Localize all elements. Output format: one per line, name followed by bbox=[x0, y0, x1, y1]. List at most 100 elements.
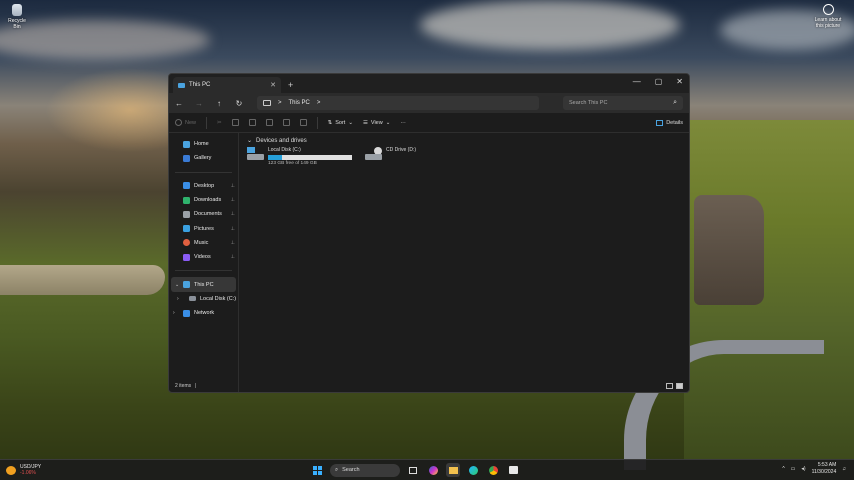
chevron-right-icon[interactable]: › bbox=[173, 310, 175, 316]
start-button[interactable] bbox=[310, 463, 324, 477]
details-label: Details bbox=[666, 119, 683, 126]
folder-icon bbox=[448, 466, 458, 474]
nav-item-this-pc[interactable]: ⌄ This PC bbox=[171, 277, 236, 292]
forward-button[interactable]: → bbox=[195, 99, 203, 108]
file-explorer-taskbar-button[interactable] bbox=[446, 463, 460, 477]
close-tab-icon[interactable]: ✕ bbox=[270, 81, 276, 89]
window-controls: — ▢ ✕ bbox=[633, 77, 683, 86]
address-bar[interactable]: > This PC > bbox=[257, 96, 539, 110]
view-label: View bbox=[370, 119, 383, 126]
search-placeholder: Search This PC bbox=[569, 100, 608, 106]
pictures-icon bbox=[183, 225, 190, 233]
rename-icon bbox=[265, 119, 273, 126]
cloud bbox=[0, 20, 210, 60]
explorer-body: Home Gallery Desktop ⊥ Downloads ⊥ Docum… bbox=[169, 133, 689, 392]
pin-icon: ⊥ bbox=[230, 197, 235, 204]
close-window-button[interactable]: ✕ bbox=[676, 77, 683, 86]
copilot-icon bbox=[428, 465, 438, 475]
back-button[interactable]: ← bbox=[175, 99, 183, 108]
store-button[interactable] bbox=[506, 463, 520, 477]
drive-cd-d[interactable]: CD Drive (D:) bbox=[365, 147, 475, 166]
copy-icon bbox=[231, 119, 239, 126]
store-icon bbox=[508, 466, 518, 474]
up-button[interactable]: ↑ bbox=[215, 99, 223, 108]
rename-button[interactable] bbox=[265, 119, 273, 126]
divider bbox=[316, 116, 318, 129]
cliff bbox=[694, 195, 764, 305]
nav-item-pictures[interactable]: Pictures ⊥ bbox=[169, 221, 238, 235]
maximize-button[interactable]: ▢ bbox=[655, 77, 663, 86]
tiles-view-button[interactable] bbox=[676, 382, 683, 389]
new-button[interactable]: New bbox=[175, 119, 196, 126]
nav-item-network[interactable]: › Network bbox=[169, 306, 238, 320]
network-status-icon[interactable]: ▭ bbox=[791, 466, 796, 472]
nav-item-gallery[interactable]: Gallery bbox=[169, 151, 238, 165]
nav-item-home[interactable]: Home bbox=[169, 137, 238, 151]
minimize-button[interactable]: — bbox=[633, 77, 641, 86]
windows-logo-icon bbox=[312, 465, 322, 475]
cut-button[interactable]: ✂ bbox=[217, 120, 222, 126]
volume-icon[interactable]: ◂) bbox=[801, 466, 805, 472]
new-tab-button[interactable]: + bbox=[288, 80, 293, 90]
stocks-widget[interactable]: USD/JPY -1.06% bbox=[6, 464, 41, 476]
copilot-button[interactable] bbox=[426, 463, 440, 477]
copy-button[interactable] bbox=[231, 119, 239, 126]
date: 11/30/2024 bbox=[811, 469, 837, 475]
nav-item-videos[interactable]: Videos ⊥ bbox=[169, 250, 238, 264]
refresh-button[interactable]: ↻ bbox=[235, 99, 243, 108]
chevron-right-icon[interactable]: › bbox=[177, 296, 179, 302]
share-button[interactable] bbox=[282, 119, 290, 126]
nav-item-music[interactable]: Music ⊥ bbox=[169, 236, 238, 250]
chevron-down-icon: ⌄ bbox=[348, 119, 353, 126]
tab-this-pc[interactable]: This PC ✕ bbox=[173, 77, 281, 93]
taskbar: USD/JPY -1.06% ⌕ Search ^ ▭ ◂) 5:53 AM 1… bbox=[0, 459, 854, 480]
breadcrumb-chevron-icon[interactable]: > bbox=[317, 100, 321, 106]
plus-circle-icon bbox=[175, 119, 182, 126]
documents-icon bbox=[183, 210, 190, 218]
network-icon bbox=[183, 309, 190, 317]
details-view-button[interactable] bbox=[666, 382, 673, 389]
nav-item-documents[interactable]: Documents ⊥ bbox=[169, 207, 238, 221]
recycle-bin-desktop-icon[interactable]: Recycle Bin bbox=[4, 4, 30, 30]
nav-item-downloads[interactable]: Downloads ⊥ bbox=[169, 193, 238, 207]
desktop-folder-icon bbox=[183, 182, 190, 190]
group-title: Devices and drives bbox=[256, 137, 307, 144]
monitor-icon bbox=[263, 100, 271, 106]
taskbar-search[interactable]: ⌕ Search bbox=[330, 463, 400, 477]
learn-about-picture-icon[interactable]: Learn about this picture bbox=[808, 4, 848, 29]
delete-button[interactable] bbox=[299, 119, 307, 126]
pin-icon: ⊥ bbox=[230, 254, 235, 261]
clock[interactable]: 5:53 AM 11/30/2024 bbox=[812, 462, 837, 476]
share-icon bbox=[282, 119, 290, 126]
chrome-button[interactable] bbox=[486, 463, 500, 477]
breadcrumb-this-pc[interactable]: This PC bbox=[289, 100, 310, 106]
drive-usage-bar bbox=[268, 155, 352, 160]
chevron-down-icon[interactable]: ⌄ bbox=[175, 282, 179, 288]
downloads-icon bbox=[183, 196, 190, 204]
this-pc-icon bbox=[178, 82, 185, 88]
chevron-down-icon: ⌄ bbox=[385, 119, 391, 126]
details-pane-button[interactable]: Details bbox=[656, 119, 683, 126]
task-view-button[interactable] bbox=[406, 463, 420, 477]
videos-icon bbox=[183, 253, 190, 261]
sort-label: Sort bbox=[335, 119, 346, 126]
paste-button[interactable] bbox=[248, 119, 256, 126]
taskbar-apps: ⌕ Search bbox=[310, 463, 520, 477]
edge-button[interactable] bbox=[466, 463, 480, 477]
more-options-button[interactable]: ··· bbox=[400, 120, 406, 126]
drive-local-disk-c[interactable]: Local Disk (C:) 123 GB free of 149 GB bbox=[247, 147, 357, 166]
file-explorer-window: This PC ✕ + — ▢ ✕ ← → ↑ ↻ > This PC > Se… bbox=[168, 73, 690, 393]
home-icon bbox=[183, 140, 190, 148]
tray-overflow-icon[interactable]: ^ bbox=[782, 466, 784, 472]
nav-item-desktop[interactable]: Desktop ⊥ bbox=[169, 179, 238, 193]
notification-bell-icon[interactable]: ♫ bbox=[842, 466, 846, 472]
sort-button[interactable]: ⇅ Sort ⌄ bbox=[328, 120, 353, 126]
status-separator: | bbox=[195, 382, 197, 389]
nav-label: Local Disk (C:) bbox=[200, 295, 237, 302]
pin-icon: ⊥ bbox=[230, 182, 235, 189]
search-input[interactable]: Search This PC ⌕ bbox=[563, 96, 683, 110]
nav-item-local-disk[interactable]: › Local Disk (C:) bbox=[169, 292, 238, 306]
edge-icon bbox=[468, 465, 478, 475]
view-button[interactable]: ☰ View ⌄ bbox=[363, 120, 390, 126]
devices-group-header[interactable]: ⌄ Devices and drives bbox=[247, 137, 681, 145]
